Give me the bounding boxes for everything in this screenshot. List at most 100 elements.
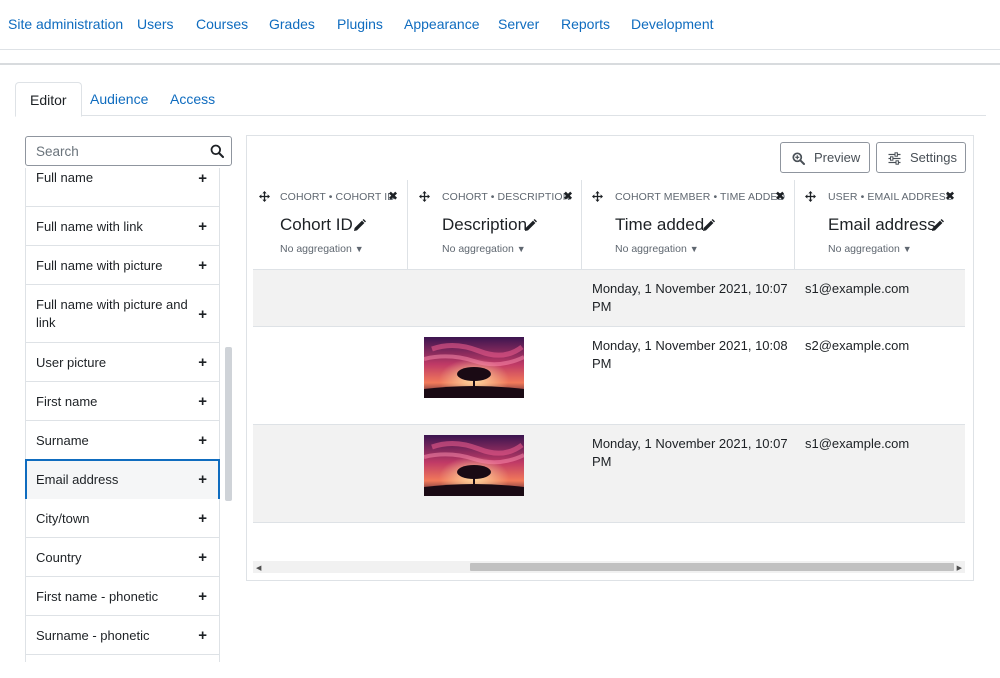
column-name: Description (442, 215, 528, 234)
add-icon[interactable]: + (198, 628, 207, 644)
sidebar-item-label: First name - phonetic (36, 589, 159, 604)
sidebar-item-surname[interactable]: Surname + (25, 421, 220, 460)
sidebar-item-label: City/town (36, 511, 90, 526)
nav-grades[interactable]: Grades (269, 16, 315, 32)
nav-users[interactable]: Users (137, 16, 174, 32)
sidebar-item-city-town[interactable]: City/town + (25, 499, 220, 538)
nav-development[interactable]: Development (631, 16, 714, 32)
add-icon[interactable]: + (198, 589, 207, 605)
add-icon[interactable]: + (198, 219, 207, 235)
aggregation-select[interactable]: No aggregation ▼ (828, 243, 912, 255)
aggregation-value: No aggregation (615, 243, 687, 255)
move-icon[interactable] (805, 191, 816, 202)
sidebar-item-user-picture[interactable]: User picture + (25, 343, 220, 382)
move-icon[interactable] (592, 191, 603, 202)
column-caption: COHORT MEMBER • TIME ADDED (615, 191, 786, 203)
sidebar-item-label: Full name with link (36, 219, 143, 234)
sidebar-scrollbar[interactable] (225, 347, 232, 501)
sidebar-item-first-name-phonetic[interactable]: First name - phonetic + (25, 577, 220, 616)
scroll-right-arrow-icon[interactable]: ▶ (957, 564, 962, 572)
tab-editor[interactable]: Editor (15, 82, 82, 117)
add-icon[interactable]: + (198, 355, 207, 371)
time-added-cell: Monday, 1 November 2021, 10:07 PM (592, 435, 788, 471)
sidebar-item-label: First name (36, 394, 98, 409)
time-added-line: Monday, 1 November 2021, 10:07 (592, 281, 788, 296)
nav-site-administration[interactable]: Site administration (8, 16, 123, 32)
sidebar-item-full-name-with-link[interactable]: Full name with link + (25, 207, 220, 246)
nav-courses[interactable]: Courses (196, 16, 248, 32)
remove-column-icon[interactable]: ✖ (945, 189, 955, 203)
time-added-cell: Monday, 1 November 2021, 10:07 PM (592, 280, 788, 316)
add-icon[interactable]: + (198, 171, 207, 187)
nav-server[interactable]: Server (498, 16, 539, 32)
tab-access[interactable]: Access (156, 82, 229, 116)
remove-column-icon[interactable]: ✖ (775, 189, 785, 203)
table-row: Monday, 1 November 2021, 10:07 PM s1@exam… (253, 270, 965, 327)
column-picker-list: Full name + Full name with link + Full n… (25, 168, 220, 662)
add-icon[interactable]: + (198, 433, 207, 449)
sidebar-item-country[interactable]: Country + (25, 538, 220, 577)
pencil-icon[interactable] (931, 219, 944, 232)
add-icon[interactable]: + (198, 511, 207, 527)
add-icon[interactable]: + (198, 394, 207, 410)
email-cell: s1@example.com (805, 436, 910, 451)
time-added-line: Monday, 1 November 2021, 10:07 (592, 436, 788, 451)
sidebar-item-label: Country (36, 550, 82, 565)
aggregation-select[interactable]: No aggregation ▼ (615, 243, 699, 255)
sidebar-item-label: Email address (36, 472, 119, 487)
report-tabs: Editor Audience Access (15, 82, 986, 117)
nav-appearance[interactable]: Appearance (404, 16, 480, 32)
aggregation-value: No aggregation (280, 243, 352, 255)
sidebar-item-full-name[interactable]: Full name + (25, 168, 220, 207)
scrollbar-thumb[interactable] (470, 563, 954, 571)
sidebar-item-full-name-with-picture-and-link[interactable]: Full name with picture and link + (25, 285, 220, 343)
aggregation-value: No aggregation (442, 243, 514, 255)
email-cell: s1@example.com (805, 281, 910, 296)
move-icon[interactable] (259, 191, 270, 202)
scroll-left-arrow-icon[interactable]: ◀ (256, 564, 261, 572)
sidebar-item-partial (25, 655, 220, 662)
sliders-icon (888, 152, 901, 165)
column-name: Time added (615, 215, 705, 234)
divider (0, 63, 1000, 65)
zoom-icon (792, 152, 805, 165)
description-image (424, 435, 524, 496)
aggregation-value: No aggregation (828, 243, 900, 255)
sidebar-search (25, 136, 232, 166)
add-icon[interactable]: + (198, 472, 207, 488)
sidebar-item-label: User picture (36, 355, 107, 370)
search-input[interactable] (26, 137, 206, 165)
preview-label: Preview (814, 150, 861, 165)
add-icon[interactable]: + (198, 258, 207, 274)
sidebar-item-full-name-with-picture[interactable]: Full name with picture + (25, 246, 220, 285)
sidebar-item-first-name[interactable]: First name + (25, 382, 220, 421)
remove-column-icon[interactable]: ✖ (388, 189, 398, 203)
nav-reports[interactable]: Reports (561, 16, 610, 32)
preview-button[interactable]: Preview (780, 142, 870, 173)
time-added-line: PM (592, 454, 612, 469)
settings-button[interactable]: Settings (876, 142, 966, 173)
pencil-icon[interactable] (702, 219, 715, 232)
aggregation-select[interactable]: No aggregation ▼ (442, 243, 526, 255)
tab-audience[interactable]: Audience (76, 82, 162, 116)
column-header-description: COHORT • DESCRIPTION ✖ Description No ag… (408, 180, 582, 269)
sidebar-item-surname-phonetic[interactable]: Surname - phonetic + (25, 616, 220, 655)
move-icon[interactable] (419, 191, 430, 202)
column-header-email-address: USER • EMAIL ADDRESS ✖ Email address No … (795, 180, 965, 269)
add-icon[interactable]: + (198, 550, 207, 566)
report-table: COHORT • COHORT ID ✖ Cohort ID No aggreg… (253, 180, 965, 523)
nav-plugins[interactable]: Plugins (337, 16, 383, 32)
remove-column-icon[interactable]: ✖ (563, 189, 573, 203)
pencil-icon[interactable] (524, 219, 537, 232)
sidebar-item-label: Full name with picture (36, 258, 163, 273)
table-row: Monday, 1 November 2021, 10:08 PM s2@exam… (253, 327, 965, 425)
table-horizontal-scrollbar[interactable]: ◀ ▶ (253, 561, 965, 573)
search-icon[interactable] (210, 144, 224, 158)
time-added-line: Monday, 1 November 2021, 10:08 (592, 338, 788, 353)
add-icon[interactable]: + (198, 307, 207, 323)
aggregation-select[interactable]: No aggregation ▼ (280, 243, 364, 255)
sidebar-item-label: Full name (36, 170, 94, 185)
sidebar-item-label: Surname - phonetic (36, 628, 150, 643)
pencil-icon[interactable] (353, 219, 366, 232)
sidebar-item-email-address[interactable]: Email address + (25, 459, 220, 501)
